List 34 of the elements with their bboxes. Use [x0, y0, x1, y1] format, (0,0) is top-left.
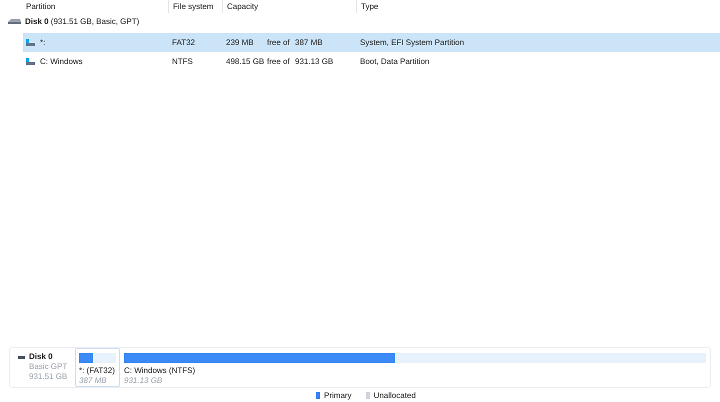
- legend-label: Unallocated: [374, 390, 416, 402]
- legend-label: Primary: [324, 390, 352, 402]
- table-cell-text: free of: [267, 56, 291, 68]
- table-cell: 931.13 GB: [295, 56, 334, 68]
- partition-block[interactable]: C: Windows (NTFS) 931.13 GB: [120, 348, 710, 387]
- disk-drive-icon: [18, 356, 25, 358]
- partition-row[interactable]: C: Windows NTFS 498.15 GB free of 931.13 GB Boot, Data Partition: [23, 52, 720, 71]
- disk-style: Basic GPT: [28, 362, 68, 372]
- table-cell-text: NTFS: [171, 56, 194, 68]
- column-header[interactable]: Type: [356, 0, 720, 13]
- partition-size: 387 MB: [79, 376, 108, 386]
- table-cell-text: free of: [267, 36, 291, 48]
- partition-block[interactable]: *: (FAT32) 387 MB: [75, 348, 120, 387]
- column-header[interactable]: Partition: [0, 0, 168, 13]
- table-cell: C: Windows: [40, 56, 83, 68]
- column-header[interactable]: Capacity: [222, 0, 356, 13]
- partition-icon: [26, 39, 35, 46]
- table-cell: 387 MB: [295, 36, 323, 48]
- partition-label: *: (FAT32): [79, 366, 116, 376]
- column-header[interactable]: File system: [168, 0, 222, 13]
- disk-label: Disk 0 (931.51 GB, Basic, GPT): [25, 16, 140, 28]
- table-cell: *:: [40, 36, 46, 48]
- partition-label: C: Windows (NTFS): [124, 366, 196, 376]
- table-cell-text: System, EFI System Partition: [359, 36, 464, 48]
- disk-drive-icon: [8, 19, 21, 25]
- disk-name: Disk 0: [29, 352, 53, 362]
- table-cell-text: Boot, Data Partition: [359, 56, 430, 68]
- table-cell-text: 239 MB: [226, 36, 255, 48]
- partition-icon: [26, 58, 35, 65]
- table-cell-text: 498.15 GB: [226, 56, 266, 68]
- disk-size: 931.51 GB: [28, 372, 68, 382]
- partition-size: 931.13 GB: [124, 376, 164, 386]
- table-cell-text: FAT32: [171, 36, 196, 48]
- partition-row[interactable]: *: FAT32 239 MB free of 387 MB System, EFI System Partition: [23, 33, 720, 52]
